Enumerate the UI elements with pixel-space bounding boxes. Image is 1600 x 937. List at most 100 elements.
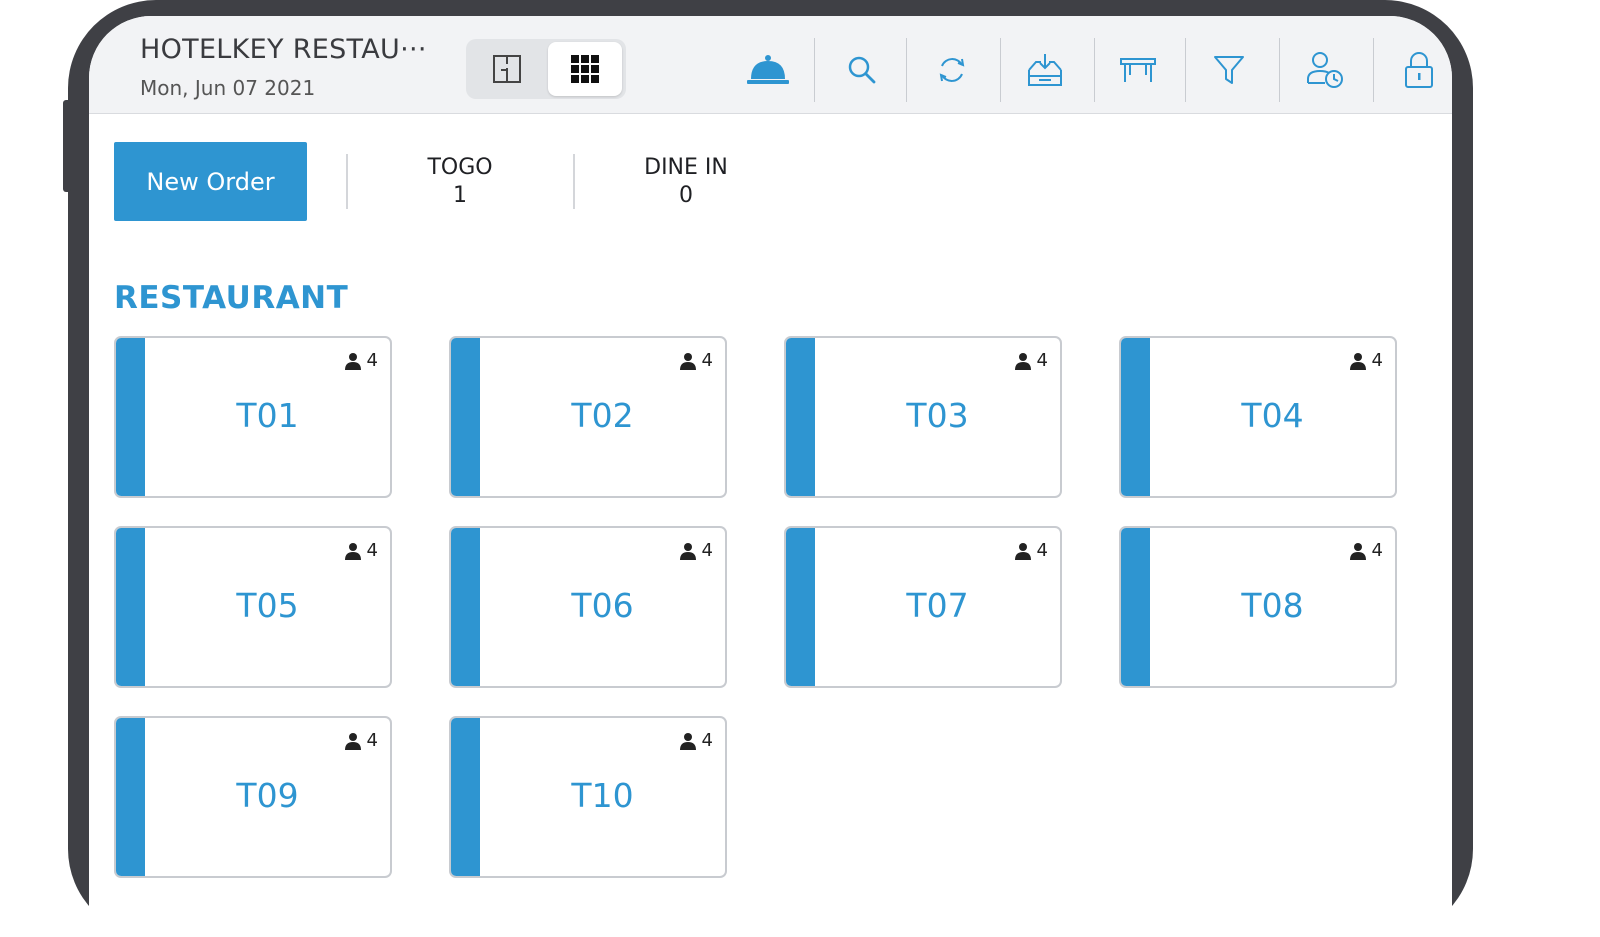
- guest-capacity: 4: [1014, 540, 1048, 561]
- order-divider: [573, 154, 575, 209]
- grid-icon: [571, 55, 599, 83]
- app-screen: HOTELKEY RESTAU··· Mon, Jun 07 2021 New …: [89, 16, 1452, 937]
- guest-capacity: 4: [1349, 350, 1383, 371]
- service-bell-button[interactable]: [743, 46, 793, 94]
- table-status-strip: [451, 338, 480, 496]
- toolbar-divider: [906, 38, 907, 102]
- device-side-button: [63, 100, 71, 192]
- toolbar-divider: [1279, 38, 1280, 102]
- guest-count: 4: [701, 730, 713, 751]
- guest-count: 4: [366, 730, 378, 751]
- guest-count: 4: [1371, 350, 1383, 371]
- person-icon: [679, 732, 696, 750]
- person-icon: [679, 352, 696, 370]
- table-status-strip: [786, 528, 815, 686]
- table-tile[interactable]: 4 T03: [784, 336, 1062, 498]
- table-tile[interactable]: 4 T04: [1119, 336, 1397, 498]
- table-name: T02: [571, 396, 634, 435]
- guest-count: 4: [701, 540, 713, 561]
- dinein-counter[interactable]: DINE IN 0: [626, 154, 746, 210]
- table-name: T05: [236, 586, 299, 625]
- table-tile[interactable]: 4 T06: [449, 526, 727, 688]
- guest-count: 4: [1036, 540, 1048, 561]
- table-name: T07: [906, 586, 969, 625]
- table-name: T04: [1241, 396, 1304, 435]
- guest-capacity: 4: [1349, 540, 1383, 561]
- table-name: T09: [236, 776, 299, 815]
- toolbar-divider: [814, 38, 815, 102]
- new-order-button[interactable]: New Order: [114, 142, 307, 221]
- person-icon: [344, 542, 361, 560]
- service-bell-icon: [747, 55, 789, 84]
- section-title: RESTAURANT: [114, 280, 349, 316]
- table-tile[interactable]: 4 T09: [114, 716, 392, 878]
- guest-count: 4: [701, 350, 713, 371]
- table-button[interactable]: [1113, 46, 1163, 94]
- table-tile[interactable]: 4 T08: [1119, 526, 1397, 688]
- clock-in-button[interactable]: [1300, 46, 1350, 94]
- guest-capacity: 4: [679, 350, 713, 371]
- table-icon: [1120, 58, 1156, 82]
- cash-drawer-icon: [1028, 54, 1062, 86]
- guest-capacity: 4: [344, 350, 378, 371]
- floor-plan-icon: [493, 55, 521, 83]
- guest-capacity: 4: [344, 540, 378, 561]
- table-status-strip: [116, 338, 145, 496]
- togo-counter[interactable]: TOGO 1: [410, 154, 510, 210]
- lock-icon: [1405, 52, 1433, 88]
- table-tile[interactable]: 4 T05: [114, 526, 392, 688]
- table-name: T03: [906, 396, 969, 435]
- table-status-strip: [1121, 338, 1150, 496]
- guest-capacity: 4: [679, 730, 713, 751]
- togo-count: 1: [453, 183, 467, 208]
- table-status-strip: [451, 528, 480, 686]
- table-status-strip: [1121, 528, 1150, 686]
- search-button[interactable]: [837, 46, 887, 94]
- filter-icon: [1214, 56, 1244, 84]
- table-name: T06: [571, 586, 634, 625]
- toolbar-divider: [1000, 38, 1001, 102]
- togo-label: TOGO: [427, 155, 493, 180]
- filter-button[interactable]: [1204, 46, 1254, 94]
- user-clock-icon: [1307, 52, 1343, 88]
- person-icon: [1014, 352, 1031, 370]
- business-date: Mon, Jun 07 2021: [140, 76, 316, 100]
- table-status-strip: [116, 528, 145, 686]
- toolbar-divider: [1185, 38, 1186, 102]
- guest-count: 4: [366, 350, 378, 371]
- refresh-button[interactable]: [927, 46, 977, 94]
- guest-capacity: 4: [344, 730, 378, 751]
- search-icon: [848, 56, 876, 84]
- person-icon: [679, 542, 696, 560]
- dinein-count: 0: [679, 183, 693, 208]
- person-icon: [344, 732, 361, 750]
- guest-count: 4: [1371, 540, 1383, 561]
- guest-capacity: 4: [679, 540, 713, 561]
- person-icon: [344, 352, 361, 370]
- view-toggle: [466, 39, 626, 99]
- table-status-strip: [116, 718, 145, 876]
- table-tile[interactable]: 4 T07: [784, 526, 1062, 688]
- toolbar-divider: [1373, 38, 1374, 102]
- guest-count: 4: [1036, 350, 1048, 371]
- table-name: T10: [571, 776, 634, 815]
- table-tile[interactable]: 4 T10: [449, 716, 727, 878]
- top-bar: HOTELKEY RESTAU··· Mon, Jun 07 2021: [89, 16, 1452, 114]
- table-name: T01: [236, 396, 299, 435]
- refresh-icon: [939, 58, 965, 82]
- guest-capacity: 4: [1014, 350, 1048, 371]
- dinein-label: DINE IN: [644, 155, 728, 180]
- lock-button[interactable]: [1394, 46, 1444, 94]
- guest-count: 4: [366, 540, 378, 561]
- order-divider: [346, 154, 348, 209]
- table-tile[interactable]: 4 T01: [114, 336, 392, 498]
- person-icon: [1014, 542, 1031, 560]
- cash-drawer-button[interactable]: [1020, 46, 1070, 94]
- table-tile[interactable]: 4 T02: [449, 336, 727, 498]
- table-status-strip: [451, 718, 480, 876]
- grid-view-button[interactable]: [548, 42, 622, 96]
- table-status-strip: [786, 338, 815, 496]
- toolbar-divider: [1094, 38, 1095, 102]
- floor-plan-view-button[interactable]: [470, 42, 544, 96]
- restaurant-title: HOTELKEY RESTAU···: [140, 34, 427, 65]
